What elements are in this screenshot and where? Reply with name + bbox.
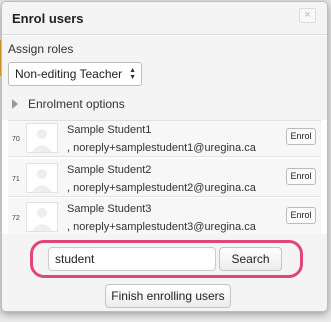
user-name: Sample Student3 bbox=[67, 203, 152, 215]
enrol-button[interactable]: Enrol bbox=[286, 128, 316, 145]
enrol-button[interactable]: Enrol bbox=[286, 168, 316, 185]
search-input[interactable]: student bbox=[48, 247, 216, 271]
list-item: 70 Sample Student1 , noreply+samplestude… bbox=[8, 121, 321, 157]
dialog-title: Enrol users bbox=[12, 11, 84, 26]
search-input-value: student bbox=[55, 252, 95, 266]
row-number: 72 bbox=[12, 215, 20, 222]
search-button[interactable]: Search bbox=[219, 247, 282, 271]
expand-triangle-icon bbox=[12, 99, 18, 109]
user-name: Sample Student1 bbox=[67, 124, 152, 136]
enrol-users-dialog: Enrol users × Assign roles Non-editing T… bbox=[1, 1, 328, 312]
assign-roles-label: Assign roles bbox=[8, 42, 74, 56]
avatar bbox=[26, 163, 58, 193]
user-email: , noreply+samplestudent1@uregina.ca bbox=[67, 142, 256, 154]
role-select[interactable]: Non-editing Teacher ▲ ▼ bbox=[8, 62, 142, 86]
assign-roles-section: Assign roles Non-editing Teacher ▲ ▼ Enro… bbox=[2, 36, 327, 120]
list-item: 71 Sample Student2 , noreply+samplestude… bbox=[8, 159, 321, 197]
list-item: 72 Sample Student3 , noreply+samplestude… bbox=[8, 198, 321, 234]
role-select-value: Non-editing Teacher bbox=[15, 67, 123, 81]
row-number: 70 bbox=[12, 136, 20, 143]
dialog-header: Enrol users × bbox=[2, 2, 327, 35]
enrolment-options-label: Enrolment options bbox=[28, 97, 125, 111]
row-number: 71 bbox=[12, 176, 20, 183]
user-email: , noreply+samplestudent3@uregina.ca bbox=[67, 221, 256, 233]
search-area: student Search Finish enrolling users bbox=[2, 234, 327, 311]
avatar bbox=[26, 202, 58, 232]
enrol-button[interactable]: Enrol bbox=[286, 207, 316, 224]
close-icon[interactable]: × bbox=[299, 8, 316, 23]
finish-enrolling-button[interactable]: Finish enrolling users bbox=[105, 284, 231, 308]
select-arrows-icon: ▲ ▼ bbox=[129, 67, 136, 81]
avatar bbox=[26, 123, 58, 153]
enrolment-options-toggle[interactable]: Enrolment options bbox=[12, 97, 125, 111]
user-email: , noreply+samplestudent2@uregina.ca bbox=[67, 182, 256, 194]
user-results-list[interactable]: 70 Sample Student1 , noreply+samplestude… bbox=[8, 120, 321, 234]
user-name: Sample Student2 bbox=[67, 164, 152, 176]
